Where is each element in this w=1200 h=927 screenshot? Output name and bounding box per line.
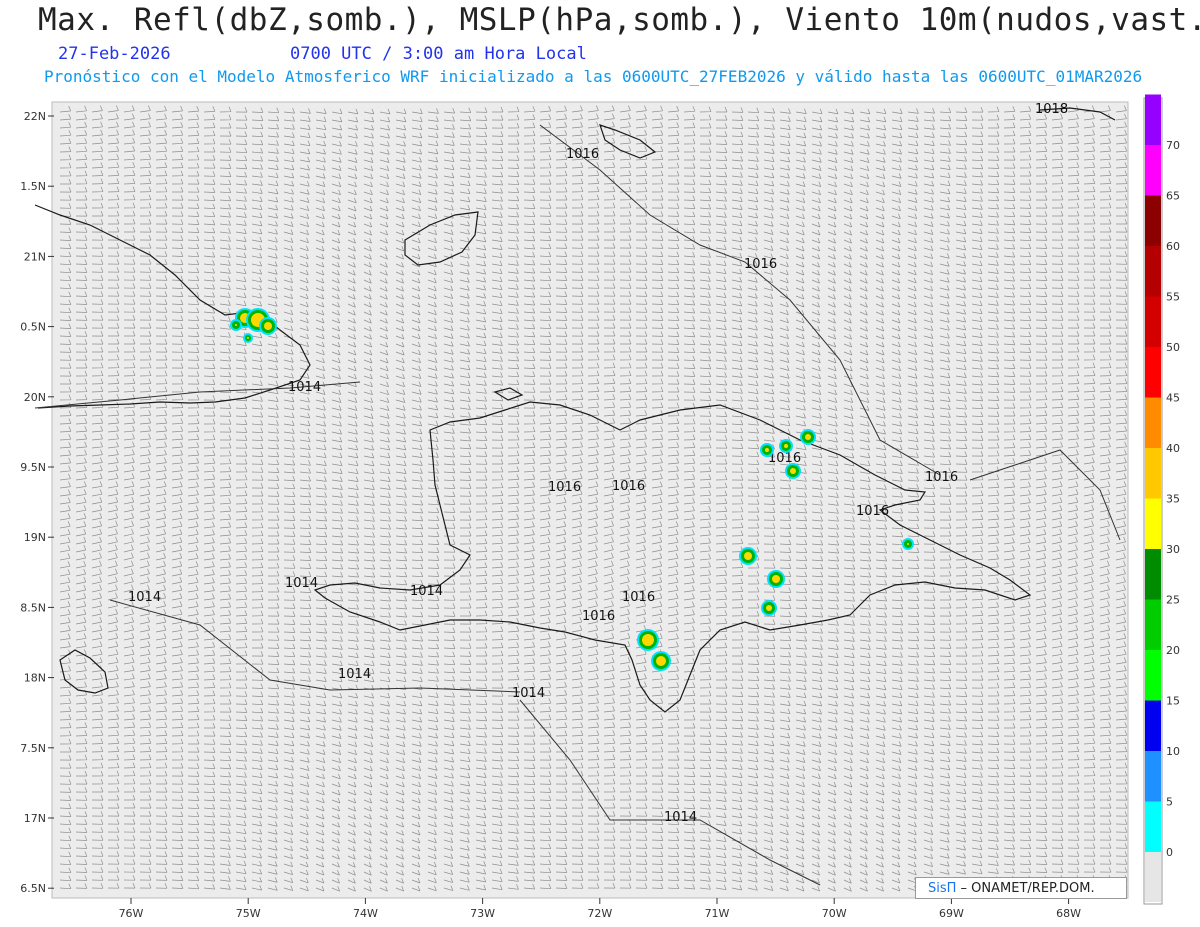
isobar-label: 1016 [582, 609, 615, 624]
isobar-label: 1016 [925, 470, 958, 485]
isobar-label: 1014 [410, 584, 443, 599]
lon-tick-label: 69W [939, 907, 964, 920]
isobar-label: 1016 [744, 257, 777, 272]
credit-brand: SisΠ [928, 881, 957, 896]
colorbar-label: 35 [1166, 493, 1180, 506]
reflectivity-cell-core [744, 552, 752, 560]
colorbar-swatch [1145, 397, 1161, 448]
lon-tick-label: 68W [1056, 907, 1081, 920]
isobar-label: 1014 [285, 576, 318, 591]
lat-tick-label: 21N [24, 250, 46, 263]
lat-tick-label: 8.5N [20, 601, 46, 614]
lat-tick-label: 1.5N [20, 180, 46, 193]
lat-tick-label: 9.5N [20, 461, 46, 474]
isobar-label: 1016 [856, 504, 889, 519]
isobar-label: 1016 [566, 147, 599, 162]
lon-tick-label: 70W [822, 907, 847, 920]
reflectivity-cell-core [656, 656, 666, 666]
isobar-label: 1016 [548, 480, 581, 495]
reflectivity-cell-core [766, 605, 772, 611]
colorbar-swatch [1145, 195, 1161, 246]
colorbar-label: 65 [1166, 190, 1180, 203]
colorbar-label: 50 [1166, 341, 1180, 354]
forecast-time: 0700 UTC / 3:00 am Hora Local [290, 44, 587, 64]
lat-tick-label: 17N [24, 812, 46, 825]
colorbar-label: 30 [1166, 543, 1180, 556]
isobar-label: 1014 [128, 590, 161, 605]
isobar-label: 1014 [664, 810, 697, 825]
reflectivity-cell-core [264, 322, 272, 330]
colorbar-swatch [1145, 751, 1161, 802]
colorbar-swatch [1145, 246, 1161, 297]
colorbar-swatch [1145, 801, 1161, 852]
colorbar-below-swatch [1145, 852, 1161, 902]
reflectivity-cell-core [907, 543, 909, 545]
lat-tick-label: 19N [24, 531, 46, 544]
lon-tick-label: 72W [587, 907, 612, 920]
reflectivity-cell-core [784, 444, 788, 448]
isobar-label: 1014 [288, 380, 321, 395]
reflectivity-cell-core [772, 575, 780, 583]
colorbar-swatch [1145, 448, 1161, 499]
colorbar-label: 55 [1166, 291, 1180, 304]
reflectivity-cell-core [642, 634, 654, 646]
colorbar-swatch [1145, 549, 1161, 600]
colorbar-label: 60 [1166, 240, 1180, 253]
colorbar: 0 5 10 15 20 25 30 35 40 45 50 55 60 65 70 [1143, 94, 1180, 905]
lat-tick-label: 0.5N [20, 321, 46, 334]
lon-tick-label: 73W [470, 907, 495, 920]
isobar-label: 1016 [612, 479, 645, 494]
colorbar-label: 5 [1166, 796, 1173, 809]
lat-tick-label: 6.5N [20, 882, 46, 895]
reflectivity-cell-core [765, 448, 769, 452]
lon-tick-label: 76W [119, 907, 144, 920]
colorbar-label: 20 [1166, 644, 1180, 657]
map-title: Max. Refl(dbZ,somb.), MSLP(hPa,somb.), V… [38, 2, 1200, 38]
forecast-date: 27-Feb-2026 [58, 44, 171, 64]
lat-tick-label: 22N [24, 110, 46, 123]
reflectivity-cell-core [805, 434, 811, 440]
isobar-label: 1018 [1035, 102, 1068, 117]
colorbar-swatch [1145, 650, 1161, 701]
colorbar-swatch [1145, 599, 1161, 650]
lat-tick-label: 20N [24, 391, 46, 404]
lat-axis: 22N 1.5N 21N 0.5N 20N 9.5N 19N 8.5N 18N 7.5N 17N 6.… [20, 110, 54, 895]
colorbar-label: 45 [1166, 392, 1180, 405]
reflectivity-cell-core [790, 468, 796, 474]
colorbar-swatch [1145, 94, 1161, 145]
colorbar-label: 70 [1166, 139, 1180, 152]
lon-tick-label: 75W [236, 907, 261, 920]
colorbar-label: 25 [1166, 594, 1180, 607]
isobar-label: 1014 [338, 667, 371, 682]
credit-box: SisΠ – ONAMET/REP.DOM. [915, 877, 1127, 899]
colorbar-swatch [1145, 700, 1161, 751]
reflectivity-cell-core [247, 337, 249, 339]
lat-tick-label: 18N [24, 672, 46, 685]
forecast-map: 1018 1016 1016 1014 1016 1016 1016 1016 1016 1016… [20, 94, 1180, 920]
colorbar-swatch [1145, 498, 1161, 549]
colorbar-swatch [1145, 145, 1161, 196]
colorbar-label: 40 [1166, 442, 1180, 455]
colorbar-swatch [1145, 296, 1161, 347]
isobar-label: 1016 [622, 590, 655, 605]
colorbar-label: 15 [1166, 695, 1180, 708]
lat-tick-label: 7.5N [20, 742, 46, 755]
lon-tick-label: 74W [353, 907, 378, 920]
colorbar-label: 10 [1166, 745, 1180, 758]
forecast-description: Pronóstico con el Modelo Atmosferico WRF… [44, 67, 1143, 86]
colorbar-label: 0 [1166, 846, 1173, 859]
credit-text: – ONAMET/REP.DOM. [956, 881, 1095, 896]
reflectivity-cell-core [235, 324, 237, 326]
lon-axis: 76W 75W 74W 73W 72W 71W 70W 69W 68W [119, 898, 1081, 920]
colorbar-swatch [1145, 347, 1161, 398]
lon-tick-label: 71W [705, 907, 730, 920]
isobar-label: 1014 [512, 686, 545, 701]
